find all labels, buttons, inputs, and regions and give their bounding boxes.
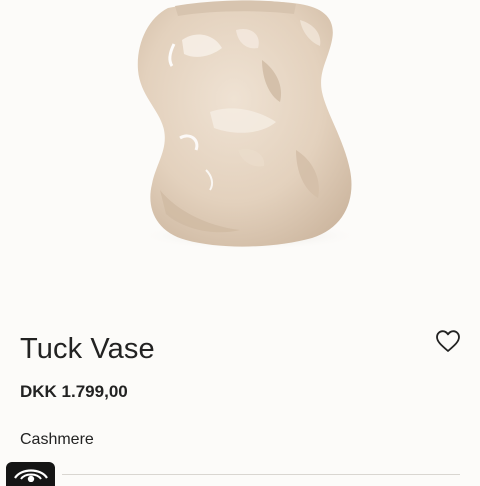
divider: [62, 474, 460, 475]
selected-color-label: Cashmere: [20, 431, 94, 448]
color-swatch-row: [0, 458, 480, 486]
wishlist-button[interactable]: [434, 327, 462, 355]
product-title: Tuck Vase: [20, 333, 155, 365]
vase-illustration: [137, 0, 360, 250]
eye-icon: [13, 469, 48, 482]
color-swatch-button[interactable]: [6, 462, 55, 486]
product-price: DKK 1.799,00: [20, 382, 128, 401]
heart-outline-icon: [436, 330, 460, 352]
product-image[interactable]: [0, 0, 480, 300]
